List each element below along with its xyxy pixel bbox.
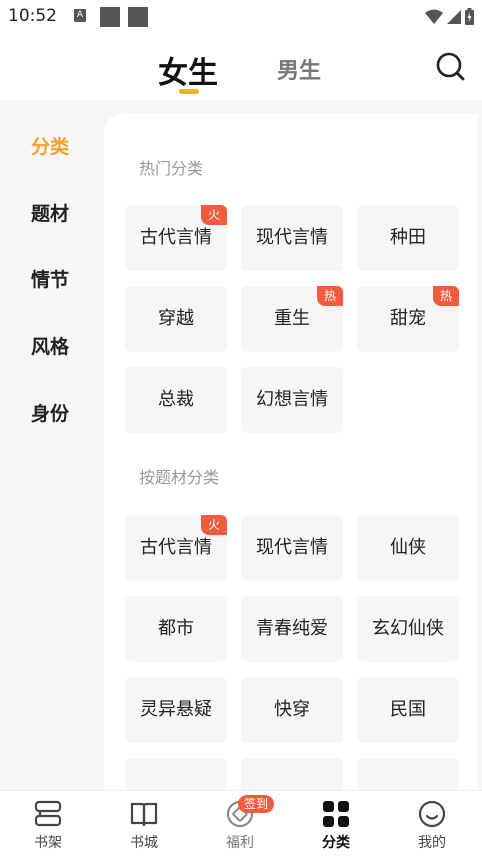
category-tag[interactable]: 现代言情 bbox=[241, 205, 343, 271]
status-bar: 10:52 A bbox=[0, 0, 482, 34]
smile-icon bbox=[418, 800, 446, 828]
header: 女生 男生 bbox=[0, 34, 482, 100]
tag-label: 重生 bbox=[274, 308, 310, 329]
tag-label: 现代言情 bbox=[256, 537, 328, 558]
status-icons bbox=[425, 8, 474, 25]
nav-bookshelf[interactable]: 书架 bbox=[0, 791, 96, 856]
category-tag[interactable]: 幻想言情 bbox=[241, 367, 343, 433]
section-title-hot: 热门分类 bbox=[139, 159, 204, 178]
active-tab-indicator bbox=[179, 89, 199, 94]
hot-badge: 热 bbox=[317, 286, 343, 306]
tag-label: 都市 bbox=[158, 618, 194, 639]
checkin-badge: 签到 bbox=[238, 795, 275, 813]
category-tag[interactable] bbox=[357, 758, 459, 790]
category-tag[interactable]: 古代言情 火 bbox=[125, 515, 227, 581]
nav-bookstore[interactable]: 书城 bbox=[96, 791, 192, 856]
category-tag[interactable]: 民国 bbox=[357, 677, 459, 743]
notification-icon bbox=[128, 7, 148, 27]
sidebar-item-identity[interactable]: 身份 bbox=[0, 394, 104, 434]
tag-label: 青春纯爱 bbox=[256, 618, 328, 639]
category-tag[interactable]: 甜宠 热 bbox=[357, 286, 459, 352]
sidebar-item-style[interactable]: 风格 bbox=[0, 327, 104, 367]
tag-label: 甜宠 bbox=[390, 308, 426, 329]
notification-icon bbox=[100, 7, 120, 27]
tag-label: 种田 bbox=[390, 227, 426, 248]
category-tag[interactable]: 仙侠 bbox=[357, 515, 459, 581]
tag-label: 灵异悬疑 bbox=[140, 699, 212, 720]
category-tag[interactable]: 灵异悬疑 bbox=[125, 677, 227, 743]
tag-label: 古代言情 bbox=[140, 227, 212, 248]
status-time: 10:52 bbox=[8, 6, 57, 26]
section-title-theme: 按题材分类 bbox=[139, 468, 220, 487]
category-tag[interactable]: 重生 热 bbox=[241, 286, 343, 352]
category-tag[interactable]: 都市 bbox=[125, 596, 227, 662]
category-tag[interactable]: 种田 bbox=[357, 205, 459, 271]
category-tag[interactable]: 古代言情 火 bbox=[125, 205, 227, 271]
category-sidebar: 分类 题材 情节 风格 身份 bbox=[0, 100, 104, 790]
fire-badge: 火 bbox=[201, 515, 227, 535]
tag-label: 仙侠 bbox=[390, 537, 426, 558]
category-content: 热门分类 古代言情 火 现代言情 种田 穿越 重生 热 甜宠 热 总裁 幻想言情… bbox=[104, 114, 478, 790]
book-icon bbox=[130, 802, 158, 827]
nav-label: 我的 bbox=[418, 835, 446, 851]
category-tag[interactable] bbox=[241, 758, 343, 790]
nav-label: 书架 bbox=[34, 835, 62, 851]
tab-male[interactable]: 男生 bbox=[277, 53, 321, 85]
grid-icon bbox=[323, 801, 349, 827]
bookshelf-icon bbox=[34, 800, 62, 827]
nav-label: 分类 bbox=[322, 835, 350, 851]
bottom-nav: 书架 书城 签到 福利 分类 我的 bbox=[0, 790, 482, 856]
fire-badge: 火 bbox=[201, 205, 227, 225]
category-tag[interactable] bbox=[125, 758, 227, 790]
tag-label: 快穿 bbox=[274, 699, 310, 720]
category-tag[interactable]: 总裁 bbox=[125, 367, 227, 433]
sidebar-item-category[interactable]: 分类 bbox=[0, 127, 104, 167]
notification-a-icon: A bbox=[74, 9, 86, 22]
category-tag[interactable]: 青春纯爱 bbox=[241, 596, 343, 662]
wifi-icon bbox=[425, 9, 443, 24]
category-tag[interactable]: 快穿 bbox=[241, 677, 343, 743]
nav-profile[interactable]: 我的 bbox=[384, 791, 480, 856]
nav-label: 书城 bbox=[130, 835, 158, 851]
tag-label: 总裁 bbox=[158, 389, 194, 410]
tab-female[interactable]: 女生 bbox=[158, 48, 218, 92]
tag-label: 玄幻仙侠 bbox=[372, 618, 444, 639]
nav-welfare[interactable]: 签到 福利 bbox=[192, 791, 288, 856]
tag-label: 穿越 bbox=[158, 308, 194, 329]
battery-icon bbox=[465, 8, 474, 25]
tag-label: 古代言情 bbox=[140, 537, 212, 558]
sidebar-item-plot[interactable]: 情节 bbox=[0, 260, 104, 300]
search-icon[interactable] bbox=[434, 50, 466, 82]
tag-label: 现代言情 bbox=[256, 227, 328, 248]
tag-label: 民国 bbox=[390, 699, 426, 720]
category-tag[interactable]: 穿越 bbox=[125, 286, 227, 352]
signal-icon bbox=[447, 9, 461, 24]
tag-label: 幻想言情 bbox=[256, 389, 328, 410]
sidebar-item-theme[interactable]: 题材 bbox=[0, 194, 104, 234]
hot-badge: 热 bbox=[433, 286, 459, 306]
category-tag[interactable]: 玄幻仙侠 bbox=[357, 596, 459, 662]
category-tag[interactable]: 现代言情 bbox=[241, 515, 343, 581]
nav-label: 福利 bbox=[226, 835, 254, 851]
nav-category[interactable]: 分类 bbox=[288, 791, 384, 856]
